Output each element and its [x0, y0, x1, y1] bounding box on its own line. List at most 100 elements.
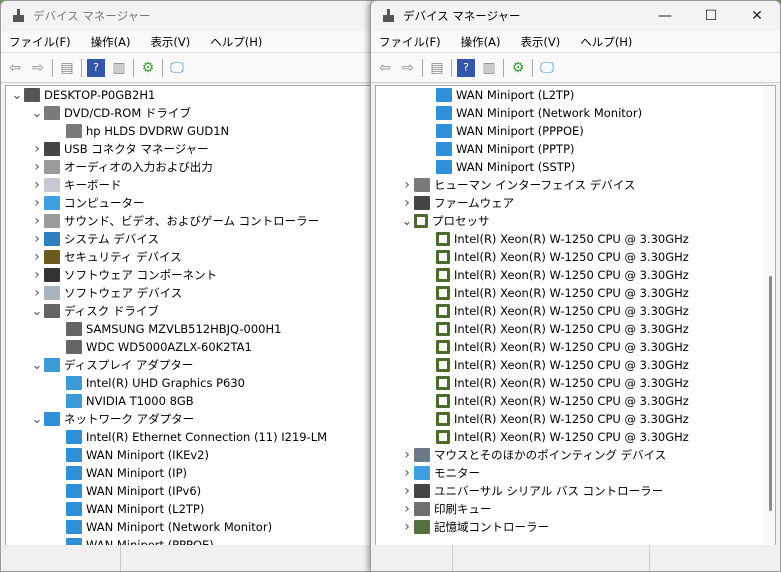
- show-action-pane-icon[interactable]: ▥: [110, 59, 128, 77]
- device-category[interactable]: › 記憶域コントローラー: [400, 518, 549, 536]
- device-item[interactable]: WAN Miniport (IP): [66, 464, 187, 482]
- menu-action[interactable]: 操作(A): [459, 34, 503, 50]
- title-bar[interactable]: デバイス マネージャー: [1, 1, 379, 31]
- device-category[interactable]: ⌄ ディスプレイ アダプター: [30, 356, 194, 374]
- device-category[interactable]: › USB コネクタ マネージャー: [30, 140, 208, 158]
- chevron-right-icon[interactable]: ›: [30, 231, 44, 247]
- chevron-right-icon[interactable]: ›: [30, 141, 44, 157]
- menu-view[interactable]: 表示(V): [518, 34, 562, 50]
- device-item[interactable]: Intel(R) Xeon(R) W-1250 CPU @ 3.30GHz: [436, 302, 689, 320]
- device-item[interactable]: WAN Miniport (IKEv2): [66, 446, 209, 464]
- help-icon[interactable]: ?: [87, 58, 105, 77]
- menu-file[interactable]: ファイル(F): [7, 34, 73, 50]
- chevron-down-icon[interactable]: ⌄: [30, 358, 44, 373]
- device-item[interactable]: WAN Miniport (SSTP): [436, 158, 575, 176]
- device-item[interactable]: Intel(R) Xeon(R) W-1250 CPU @ 3.30GHz: [436, 428, 689, 446]
- menu-action[interactable]: 操作(A): [89, 34, 133, 50]
- device-item[interactable]: WAN Miniport (L2TP): [66, 500, 204, 518]
- menu-file[interactable]: ファイル(F): [377, 34, 443, 50]
- chevron-right-icon[interactable]: ›: [400, 519, 414, 535]
- device-category[interactable]: › ユニバーサル シリアル バス コントローラー: [400, 482, 663, 500]
- device-category[interactable]: ⌄ ネットワーク アダプター: [30, 410, 195, 428]
- device-item[interactable]: hp HLDS DVDRW GUD1N: [66, 122, 229, 140]
- device-item[interactable]: SAMSUNG MZVLB512HBJQ-000H1: [66, 320, 281, 338]
- device-item[interactable]: Intel(R) Xeon(R) W-1250 CPU @ 3.30GHz: [436, 374, 689, 392]
- chevron-right-icon[interactable]: ›: [30, 159, 44, 175]
- device-item[interactable]: Intel(R) Xeon(R) W-1250 CPU @ 3.30GHz: [436, 410, 689, 428]
- chevron-down-icon[interactable]: ⌄: [30, 412, 44, 427]
- device-category[interactable]: ⌄ ディスク ドライブ: [30, 302, 159, 320]
- device-item[interactable]: Intel(R) Xeon(R) W-1250 CPU @ 3.30GHz: [436, 338, 689, 356]
- device-item[interactable]: WDC WD5000AZLX-60K2TA1: [66, 338, 252, 356]
- device-tree[interactable]: ⌄ DESKTOP-P0GB2H1 ⌄ DVD/CD-ROM ドライブ hp HLDS …: [5, 85, 375, 546]
- device-category[interactable]: › モニター: [400, 464, 480, 482]
- device-item[interactable]: WAN Miniport (IPv6): [66, 482, 201, 500]
- chevron-down-icon[interactable]: ⌄: [30, 106, 44, 121]
- help-icon[interactable]: ?: [457, 58, 475, 77]
- device-category[interactable]: › ファームウェア: [400, 194, 514, 212]
- minimize-button[interactable]: —: [642, 1, 688, 31]
- chevron-right-icon[interactable]: ›: [30, 213, 44, 229]
- show-action-pane-icon[interactable]: ▥: [480, 59, 498, 77]
- device-item[interactable]: NVIDIA T1000 8GB: [66, 392, 194, 410]
- back-arrow-icon[interactable]: ⇦: [376, 59, 394, 77]
- device-category[interactable]: › ソフトウェア コンポーネント: [30, 266, 217, 284]
- device-category[interactable]: › 印刷キュー: [400, 500, 491, 518]
- device-category[interactable]: ⌄ プロセッサ: [400, 212, 490, 230]
- device-item[interactable]: WAN Miniport (Network Monitor): [436, 104, 642, 122]
- menu-help[interactable]: ヘルプ(H): [208, 34, 264, 50]
- device-manager-window-front[interactable]: デバイス マネージャー — ☐ ✕ ファイル(F) 操作(A) 表示(V) ヘルプ(H) …: [370, 0, 781, 572]
- chevron-down-icon[interactable]: ⌄: [30, 304, 44, 319]
- device-category[interactable]: › マウスとそのほかのポインティング デバイス: [400, 446, 666, 464]
- device-manager-window-back[interactable]: デバイス マネージャー ファイル(F) 操作(A) 表示(V) ヘルプ(H) ⇦ ⇨ ▤…: [0, 0, 380, 572]
- chevron-right-icon[interactable]: ›: [400, 465, 414, 481]
- device-item[interactable]: Intel(R) Xeon(R) W-1250 CPU @ 3.30GHz: [436, 284, 689, 302]
- device-category[interactable]: › サウンド、ビデオ、およびゲーム コントローラー: [30, 212, 319, 230]
- device-item[interactable]: WAN Miniport (Network Monitor): [66, 518, 272, 536]
- device-item[interactable]: Intel(R) Xeon(R) W-1250 CPU @ 3.30GHz: [436, 320, 689, 338]
- device-item[interactable]: WAN Miniport (PPPOE): [436, 122, 584, 140]
- device-category[interactable]: ⌄ DESKTOP-P0GB2H1: [10, 86, 156, 104]
- menu-help[interactable]: ヘルプ(H): [578, 34, 634, 50]
- show-hide-console-tree-icon[interactable]: ▤: [428, 59, 446, 77]
- vertical-scrollbar[interactable]: [763, 86, 775, 545]
- show-hide-console-tree-icon[interactable]: ▤: [58, 59, 76, 77]
- chevron-down-icon[interactable]: ⌄: [400, 214, 414, 229]
- chevron-right-icon[interactable]: ›: [400, 483, 414, 499]
- maximize-button[interactable]: ☐: [688, 1, 734, 31]
- chevron-right-icon[interactable]: ›: [400, 501, 414, 517]
- title-bar[interactable]: デバイス マネージャー — ☐ ✕: [371, 1, 780, 31]
- device-item[interactable]: Intel(R) Xeon(R) W-1250 CPU @ 3.30GHz: [436, 392, 689, 410]
- chevron-right-icon[interactable]: ›: [30, 285, 44, 301]
- device-item[interactable]: Intel(R) Xeon(R) W-1250 CPU @ 3.30GHz: [436, 230, 689, 248]
- device-category[interactable]: › セキュリティ デバイス: [30, 248, 181, 266]
- device-item[interactable]: WAN Miniport (L2TP): [436, 86, 574, 104]
- device-item[interactable]: WAN Miniport (PPTP): [436, 140, 575, 158]
- update-driver-icon[interactable]: ⚙: [139, 59, 157, 77]
- back-arrow-icon[interactable]: ⇦: [6, 59, 24, 77]
- device-category[interactable]: › コンピューター: [30, 194, 144, 212]
- chevron-right-icon[interactable]: ›: [400, 195, 414, 211]
- chevron-right-icon[interactable]: ›: [400, 177, 414, 193]
- device-item[interactable]: Intel(R) Xeon(R) W-1250 CPU @ 3.30GHz: [436, 248, 689, 266]
- scan-hardware-icon[interactable]: 🖵: [168, 59, 186, 77]
- device-category[interactable]: › ヒューマン インターフェイス デバイス: [400, 176, 635, 194]
- menu-view[interactable]: 表示(V): [148, 34, 192, 50]
- chevron-right-icon[interactable]: ›: [30, 195, 44, 211]
- device-item[interactable]: Intel(R) Xeon(R) W-1250 CPU @ 3.30GHz: [436, 266, 689, 284]
- close-button[interactable]: ✕: [734, 1, 780, 31]
- device-category[interactable]: › キーボード: [30, 176, 121, 194]
- device-item[interactable]: Intel(R) UHD Graphics P630: [66, 374, 245, 392]
- scan-hardware-icon[interactable]: 🖵: [538, 59, 556, 77]
- forward-arrow-icon[interactable]: ⇨: [29, 59, 47, 77]
- device-category[interactable]: ⌄ DVD/CD-ROM ドライブ: [30, 104, 191, 122]
- chevron-right-icon[interactable]: ›: [30, 249, 44, 265]
- device-tree[interactable]: WAN Miniport (L2TP) WAN Miniport (Network…: [375, 85, 776, 546]
- chevron-right-icon[interactable]: ›: [400, 447, 414, 463]
- device-item[interactable]: Intel(R) Ethernet Connection (11) I219-L…: [66, 428, 327, 446]
- update-driver-icon[interactable]: ⚙: [509, 59, 527, 77]
- device-category[interactable]: › ソフトウェア デバイス: [30, 284, 182, 302]
- forward-arrow-icon[interactable]: ⇨: [399, 59, 417, 77]
- scrollbar-thumb[interactable]: [769, 276, 772, 511]
- device-item[interactable]: Intel(R) Xeon(R) W-1250 CPU @ 3.30GHz: [436, 356, 689, 374]
